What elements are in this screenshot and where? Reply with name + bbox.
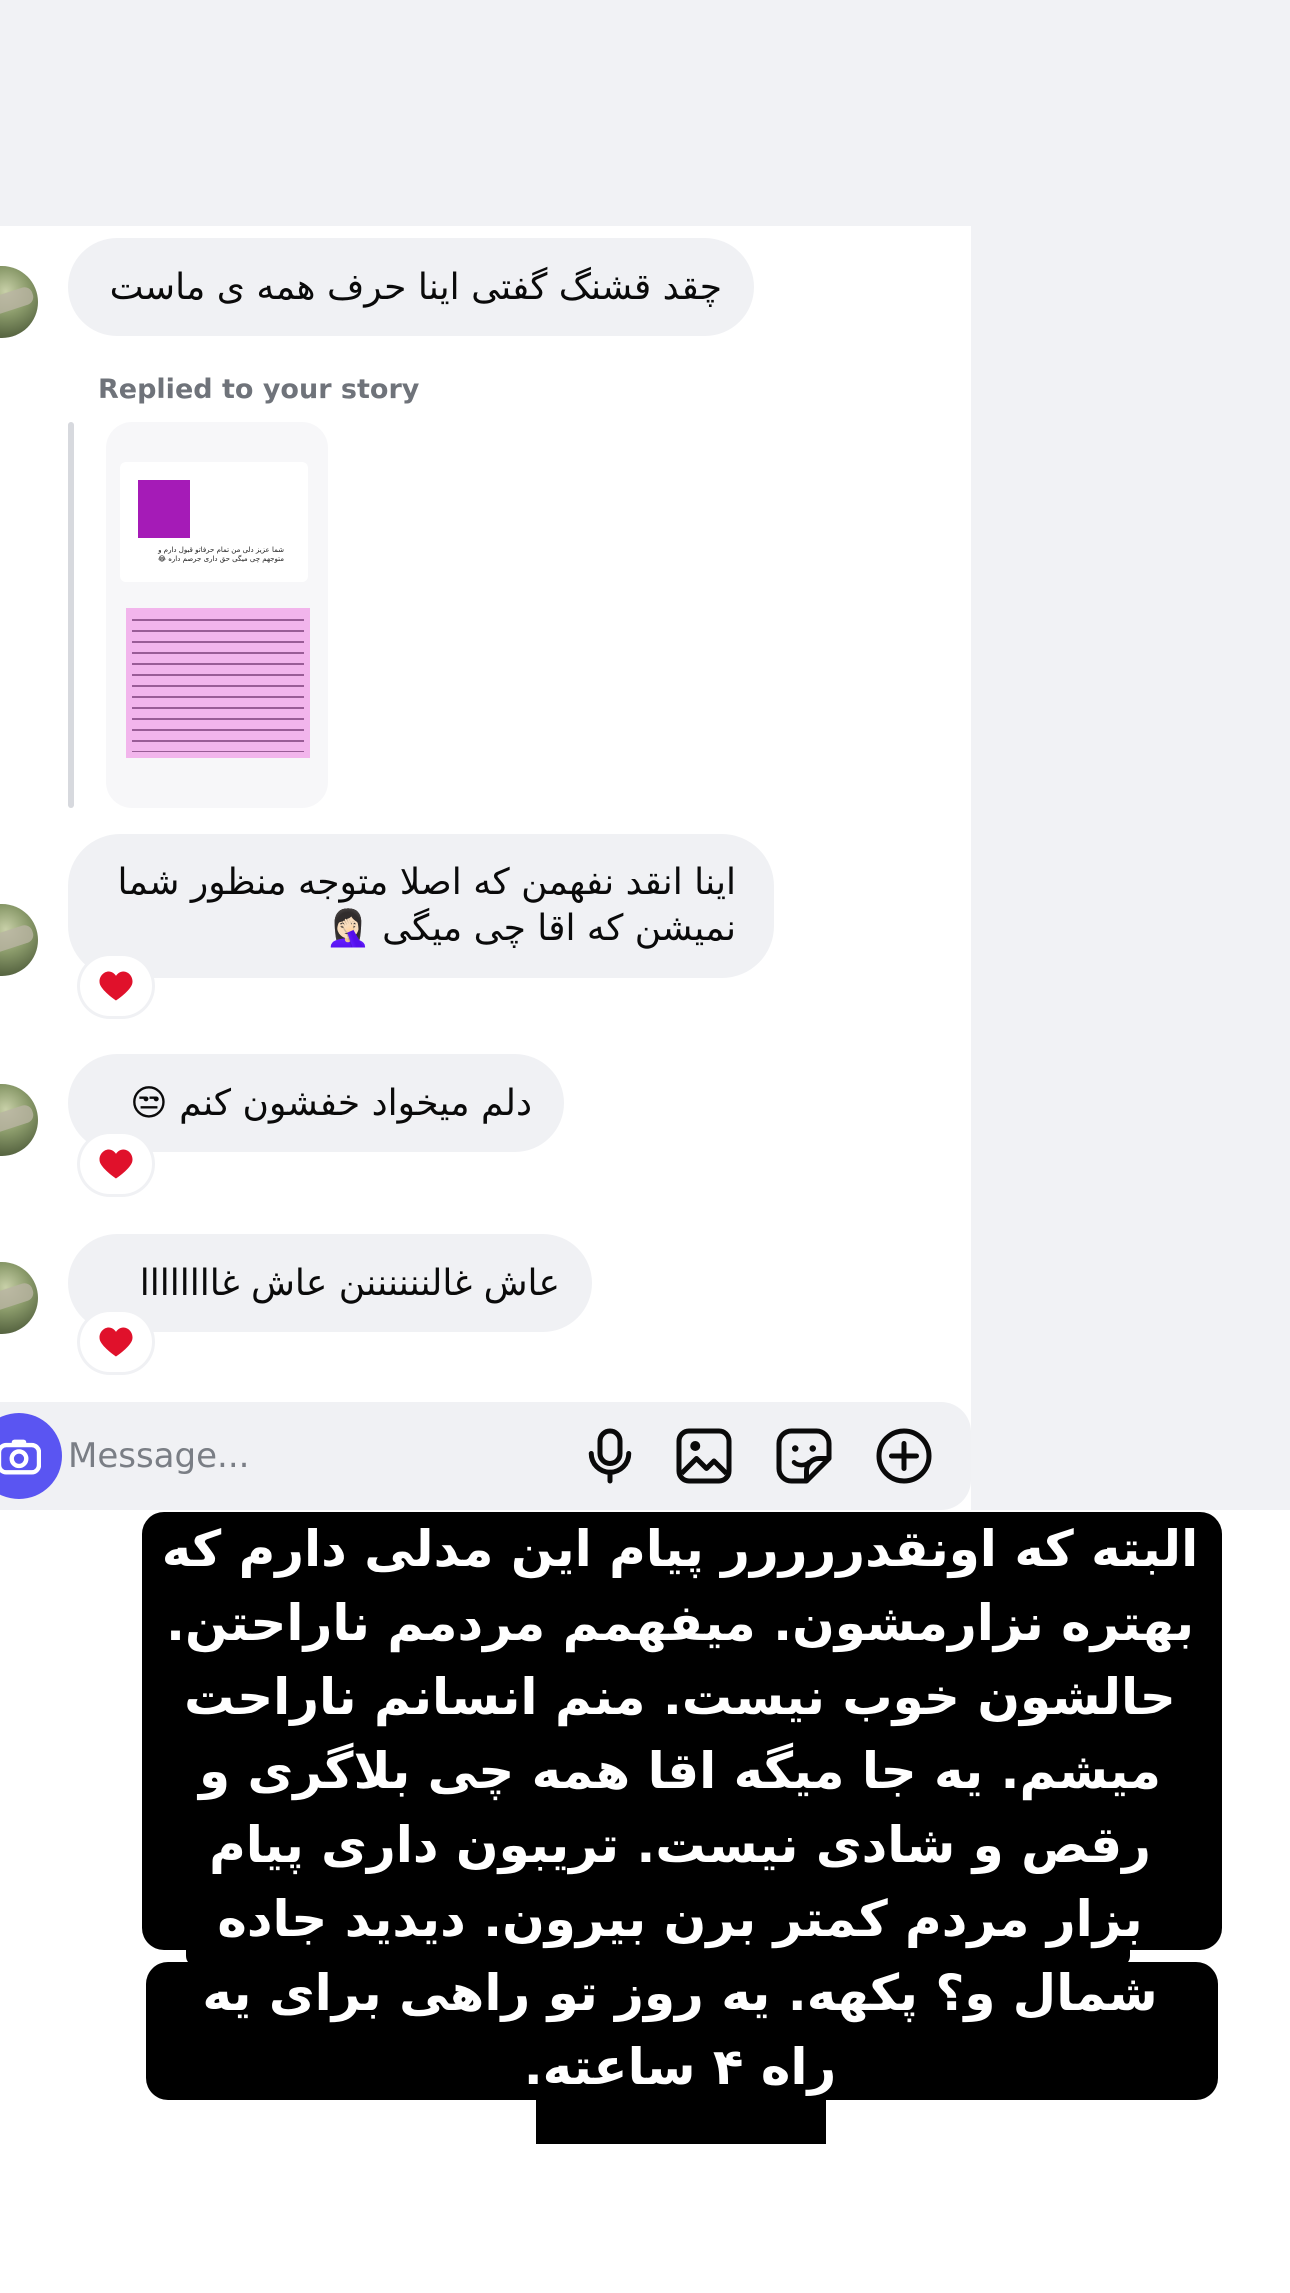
story-text: البته که اونقدررررر پیام این مدلی دارم ک…	[161, 1520, 1199, 2096]
avatar[interactable]	[0, 1084, 38, 1156]
chat-thread[interactable]: چقد قشنگ گفتی اینا حرف همه ی ماست Replie…	[0, 226, 971, 1510]
message-input[interactable]	[68, 1424, 548, 1488]
message-text: عاش غالننننننن عاش غاااااااا	[139, 1262, 560, 1304]
reply-indicator	[68, 422, 74, 808]
reaction-badge[interactable]	[80, 956, 152, 1016]
message-bubble[interactable]: دلم میخواد خفشون کنم 😒	[68, 1054, 564, 1152]
heart-icon	[99, 971, 133, 1001]
story-image	[138, 480, 190, 538]
story-preview[interactable]: شما عزیز دلی من تمام حرفاتو قبول دارم و …	[106, 422, 328, 808]
message-text: دلم میخواد خفشون کنم 😒	[130, 1082, 532, 1124]
sticker-icon[interactable]	[774, 1426, 834, 1486]
plus-circle-icon[interactable]	[874, 1426, 934, 1486]
message-bubble[interactable]: اینا انقد نفهمن که اصلا متوجه منظور شما …	[68, 834, 774, 978]
microphone-icon[interactable]	[580, 1426, 640, 1486]
heart-icon	[99, 1327, 133, 1357]
status-area	[0, 0, 1290, 226]
reaction-badge[interactable]	[80, 1134, 152, 1194]
story-text-lines	[132, 614, 304, 752]
reply-label: Replied to your story	[98, 374, 420, 405]
message-bubble[interactable]: چقد قشنگ گفتی اینا حرف همه ی ماست	[68, 238, 754, 336]
avatar[interactable]	[0, 266, 38, 338]
story-caption: شما عزیز دلی من تمام حرفاتو قبول دارم و …	[157, 546, 284, 563]
message-bubble[interactable]: عاش غالننننننن عاش غاااااااا	[68, 1234, 592, 1332]
message-text: اینا انقد نفهمن که اصلا متوجه منظور شما …	[117, 862, 736, 949]
avatar[interactable]	[0, 904, 38, 976]
side-panel	[971, 226, 1290, 1510]
heart-icon	[99, 1149, 133, 1179]
reaction-badge[interactable]	[80, 1312, 152, 1372]
camera-icon	[0, 1439, 41, 1475]
screen: چقد قشنگ گفتی اینا حرف همه ی ماست Replie…	[0, 0, 1290, 2293]
message-text: چقد قشنگ گفتی اینا حرف همه ی ماست	[109, 266, 722, 308]
image-icon[interactable]	[674, 1426, 734, 1486]
avatar[interactable]	[0, 1262, 38, 1334]
